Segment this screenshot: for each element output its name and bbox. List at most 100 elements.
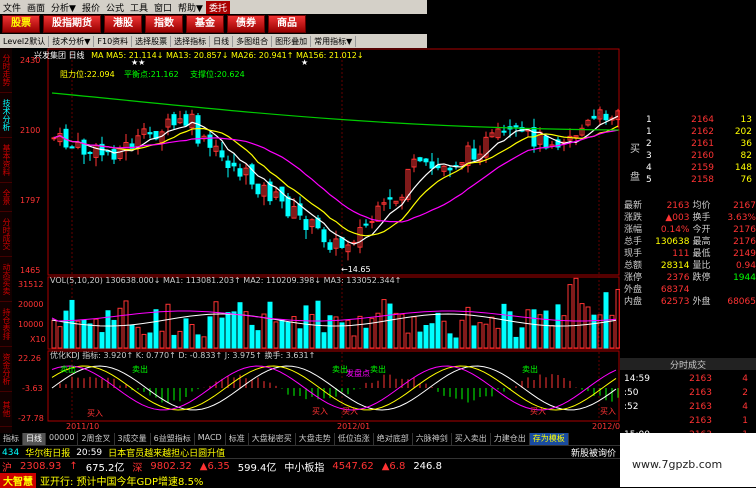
quote-value: 2176 [733,237,756,247]
ltab-other[interactable]: 其他 [0,392,12,427]
indicator-tab[interactable]: 日线 [23,433,46,445]
order-price: 2164 [691,115,714,125]
menu-file[interactable]: 文件 [0,1,24,14]
order-row[interactable]: 5 2158 76 [646,174,756,186]
volume-bar [483,323,489,349]
volume-bar [117,307,123,349]
quote-key: 涨停 [624,273,643,283]
order-row[interactable]: 1 2162 202 [646,126,756,138]
ticker-text[interactable]: 亚开行: 预计中国今年GDP增速8.5% [40,473,203,488]
volume-bar [375,312,381,349]
quote-value: 2149 [733,249,756,259]
menu-quote[interactable]: 报价 [79,1,103,14]
indicator-tab[interactable]: 00000 [46,433,79,445]
tool-tech[interactable]: 技术分析▼ [49,35,95,47]
btn-bond[interactable]: 债券 [227,15,265,33]
btn-index[interactable]: 指数 [145,15,183,33]
indicator-tab[interactable]: 6益盟指标 [151,433,195,445]
candle-body [225,160,231,168]
ltab-position[interactable]: 持仓表排 [0,302,12,347]
news-bar[interactable]: 434 华尔街日报 20:59 日本官员越来越担心日圆升值 新股被询价 [0,445,620,459]
quote-value: 2167 [733,201,756,211]
menu-window[interactable]: 窗口 [151,1,175,14]
order-row[interactable]: 2 2161 36 [646,138,756,150]
tool-common[interactable]: 常用指标▼ [311,35,357,47]
kdj-buy-4: 买入 [530,407,546,416]
tool-level2[interactable]: Level2默认 [0,35,50,47]
candle-body [543,135,549,149]
tool-select-indicator[interactable]: 选择指标 [171,35,211,47]
candle-body [513,125,519,128]
indicator-tab[interactable]: 大盘走势 [296,433,335,445]
volume-bar [465,306,471,349]
tool-overlay[interactable]: 图形叠加 [272,35,312,47]
btn-stocks[interactable]: 股票 [2,15,40,33]
indicator-tab[interactable]: 标准 [226,433,249,445]
volume-bar [489,316,495,349]
balance-label: 平衡点:21.162 [124,70,179,79]
ltab-depth[interactable]: 动态买卖 [0,257,12,302]
trades-header[interactable]: 分时成交 [620,358,756,371]
btn-index-futures[interactable]: 股指期货 [43,15,101,33]
candle-body [387,197,393,200]
volume-bar [159,330,165,349]
volume-bar [273,321,279,349]
volume-bar [447,333,453,349]
chart-area[interactable]: 兴发集团 日线 MA MA5: 21.114↓ MA13: 20.857↓ MA… [12,48,625,433]
ltab-panorama[interactable]: 全景 [0,183,12,212]
indicator-tab[interactable]: 大盘秘密买 [249,433,296,445]
ltab-capital[interactable]: 资金分析 [0,347,12,392]
volume-bar [123,300,129,349]
menu-formula[interactable]: 公式 [103,1,127,14]
ltab-basic[interactable]: 基本资料 [0,138,12,183]
order-row[interactable]: 3 2160 82 [646,150,756,162]
indicator-tab[interactable]: 2周金叉 [78,433,115,445]
ltab-timeshare[interactable]: 分时走势 [0,48,12,93]
menu-analysis[interactable]: 分析▼ [48,1,79,14]
quote-key: 最新 [624,201,643,211]
indicator-tab[interactable]: MACD [195,433,226,445]
volume-bar [153,309,159,349]
menu-view[interactable]: 画面 [24,1,48,14]
indicator-tab[interactable]: 存为模板 [529,433,569,445]
menu-help[interactable]: 帮助▼ [175,1,206,14]
indicator-tab[interactable]: 买入卖出 [452,433,491,445]
trade-time: :50 [624,388,639,398]
indicator-tab[interactable]: 指标 [0,433,23,445]
tool-select-stock[interactable]: 选择股票 [132,35,172,47]
menu-tools[interactable]: 工具 [127,1,151,14]
ticker-bar[interactable]: 大智慧 亚开行: 预计中国今年GDP增速8.5% [0,472,620,488]
volume-bar [309,313,315,349]
tool-multi[interactable]: 多图组合 [233,35,273,47]
candle-body [339,237,345,248]
tool-daily[interactable]: 日线 [210,35,234,47]
volume-bar [441,320,447,349]
pressure-label: 阻力位:22.094 [60,70,115,79]
quote-row: 现手 111 最低 2149 [624,248,756,260]
volume-bar [387,303,393,349]
candle-body [171,114,177,126]
order-row[interactable]: 4 2159 148 [646,162,756,174]
ltab-tech[interactable]: 技术分析 [0,93,12,138]
volume-bar [135,326,141,349]
quote-table: 最新 2163 均价 2167 涨跌 ▲003 换手 3.63% 涨幅 0.14% 今开 2176 总手… [624,200,756,308]
volume-bar [477,322,483,349]
trade-badge[interactable]: 委托 [205,0,230,14]
btn-commodity[interactable]: 商品 [268,15,306,33]
order-row[interactable]: 1 2164 13 [646,114,756,126]
indicator-tab[interactable]: 低位追涨 [335,433,374,445]
indicator-tab[interactable]: 力建仓出 [491,433,530,445]
order-level: 4 [646,163,652,173]
ltab-trades[interactable]: 分时成交 [0,212,12,257]
trade-volume: 1 [742,416,748,426]
indicator-tab[interactable]: 六脉神剑 [413,433,452,445]
support-label: 支撑位:20.624 [190,70,245,79]
indicator-tab[interactable]: 绝对底部 [374,433,413,445]
btn-hk[interactable]: 港股 [104,15,142,33]
btn-fund[interactable]: 基金 [186,15,224,33]
tool-f10[interactable]: F10资料 [94,35,133,47]
indicator-tab[interactable]: 3成交量 [115,433,151,445]
ytick-main-2: 1797 [20,196,41,205]
order-price: 2159 [691,163,714,173]
candle-body [231,162,237,167]
